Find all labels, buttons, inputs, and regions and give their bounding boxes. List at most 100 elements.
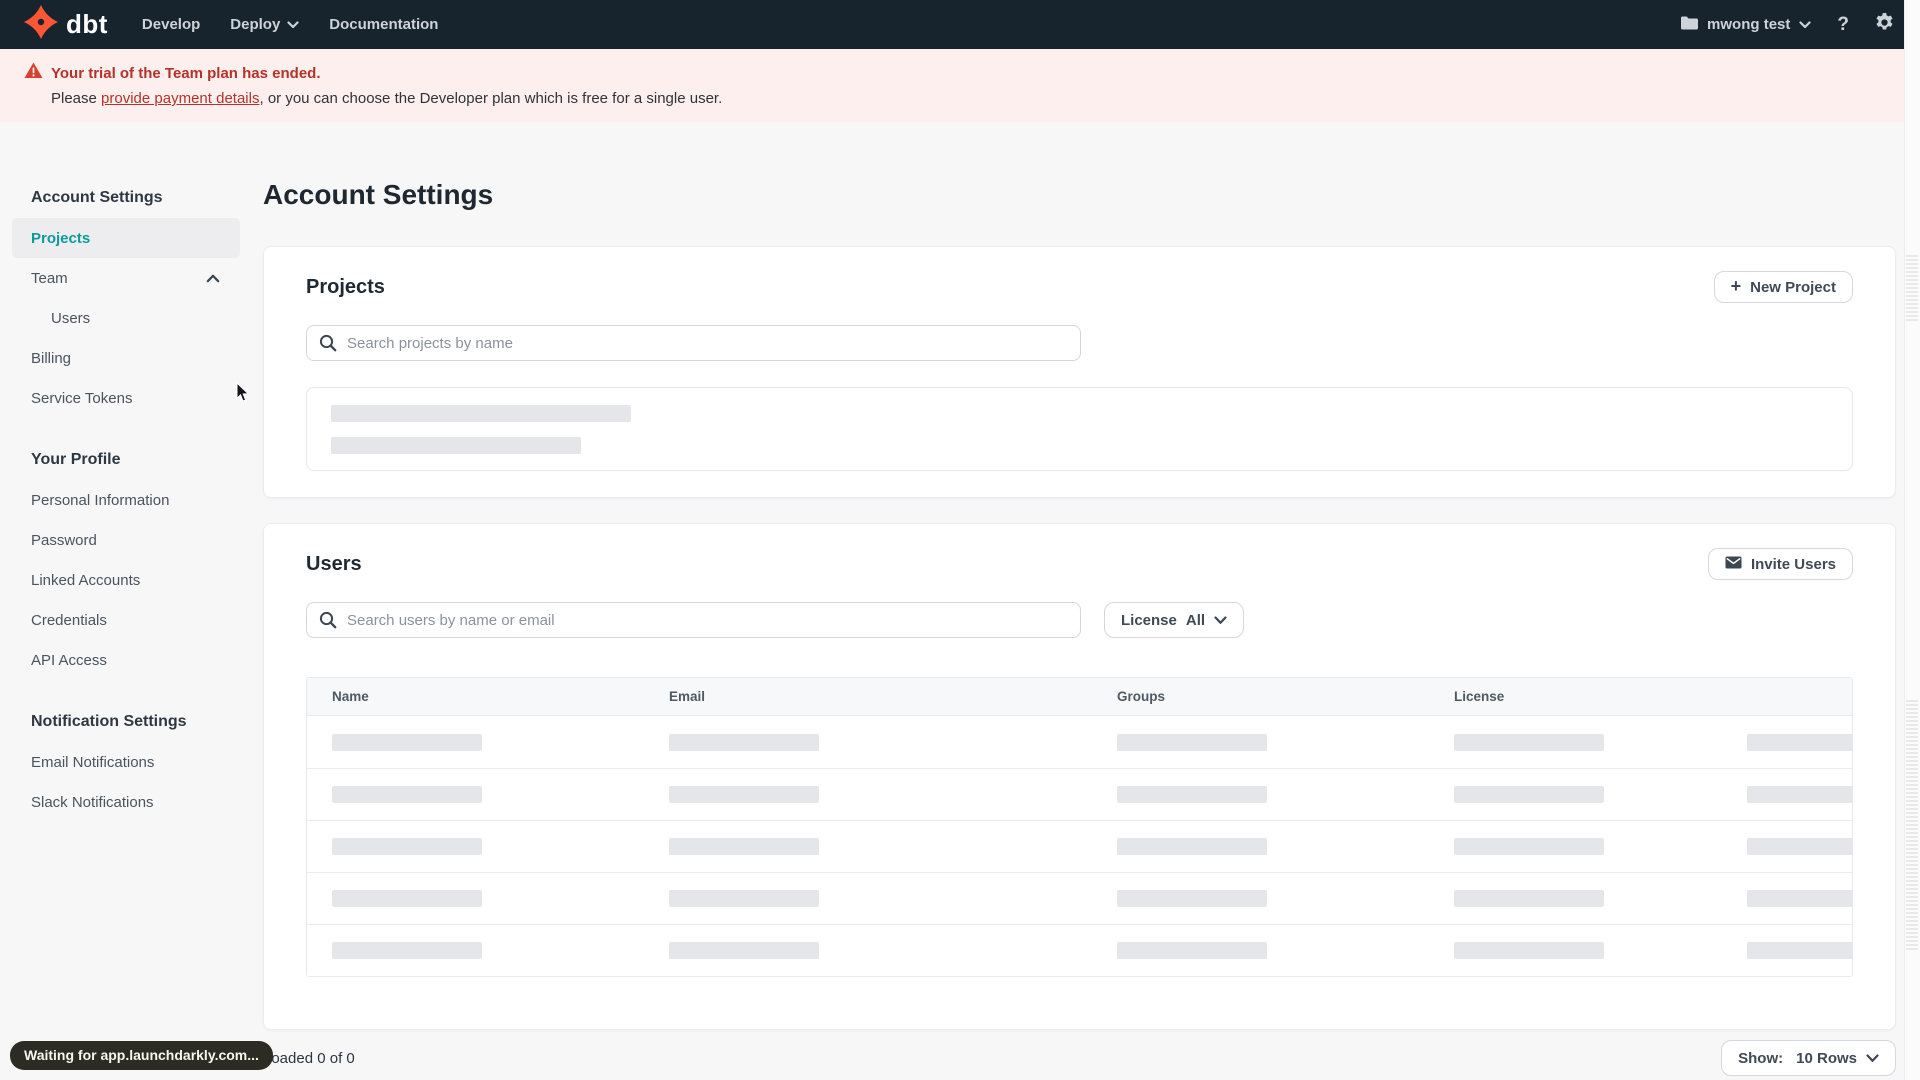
scrollbar-shimmer xyxy=(1906,700,1918,950)
sidebar-item-label: Email Notifications xyxy=(31,753,155,771)
page-scrollbar[interactable] xyxy=(1904,0,1920,1080)
table-row xyxy=(307,768,1852,820)
skeleton-bar xyxy=(1117,942,1267,959)
projects-card-title: Projects xyxy=(306,275,385,298)
projects-loading-placeholder xyxy=(306,387,1853,471)
sidebar-item-label: Slack Notifications xyxy=(31,793,154,811)
help-icon[interactable]: ? xyxy=(1837,15,1849,34)
sidebar-item-label: Team xyxy=(31,269,68,287)
skeleton-bar xyxy=(332,733,482,751)
dbt-logo-text: dbt xyxy=(66,9,108,39)
sidebar-item-label: Personal Information xyxy=(31,491,170,509)
main-content: Account Settings Projects + New Project xyxy=(263,178,1896,1076)
alert-triangle-icon xyxy=(24,62,43,84)
sidebar-item-password[interactable]: Password xyxy=(12,520,240,560)
column-header-name: Name xyxy=(332,689,369,704)
sidebar-item-service-tokens[interactable]: Service Tokens xyxy=(12,378,240,418)
main-menu: Develop Deploy Documentation xyxy=(142,16,439,33)
sidebar-item-api-access[interactable]: API Access xyxy=(12,640,240,680)
banner-body: Please provide payment details, or you c… xyxy=(51,90,723,107)
column-header-email: Email xyxy=(669,689,706,704)
skeleton-bar xyxy=(669,733,819,751)
projects-search-input[interactable] xyxy=(306,325,1081,361)
sidebar-item-email-notifications[interactable]: Email Notifications xyxy=(12,742,240,782)
skeleton-bar xyxy=(669,942,819,959)
skeleton-bar xyxy=(1454,838,1604,855)
chevron-down-icon xyxy=(1214,612,1227,629)
sidebar-item-label: Credentials xyxy=(31,611,107,629)
sidebar-item-linked-accounts[interactable]: Linked Accounts xyxy=(12,560,240,600)
sidebar-section-header-your-profile: Your Profile xyxy=(31,451,121,468)
nav-item-develop[interactable]: Develop xyxy=(142,16,200,33)
account-name: mwong test xyxy=(1707,16,1791,33)
table-row xyxy=(307,872,1852,924)
sidebar-item-label: Service Tokens xyxy=(31,389,133,407)
table-row xyxy=(307,716,1852,768)
table-row xyxy=(307,924,1852,976)
license-filter-dropdown[interactable]: License All xyxy=(1104,602,1245,638)
gear-icon[interactable] xyxy=(1875,13,1894,36)
folder-icon xyxy=(1681,16,1699,34)
skeleton-bar xyxy=(332,890,482,907)
loaded-count: Loaded 0 of 0 xyxy=(263,1049,355,1067)
skeleton-bar xyxy=(1747,838,1852,855)
dbt-logo[interactable]: dbt xyxy=(24,5,108,44)
account-switcher[interactable]: mwong test xyxy=(1681,16,1811,34)
skeleton-bar xyxy=(1117,838,1267,855)
sidebar-item-projects[interactable]: Projects xyxy=(12,218,240,258)
chevron-up-icon xyxy=(206,270,220,287)
sidebar-item-label: Projects xyxy=(31,229,91,247)
skeleton-bar xyxy=(332,942,482,959)
top-navbar: dbt Develop Deploy Documentation mwong t… xyxy=(0,0,1920,49)
skeleton-bar xyxy=(1454,890,1604,907)
column-header-groups: Groups xyxy=(1117,689,1166,704)
sidebar-item-team[interactable]: Team xyxy=(12,258,240,298)
skeleton-bar xyxy=(1747,890,1852,907)
sidebar-item-slack-notifications[interactable]: Slack Notifications xyxy=(12,782,240,822)
browser-status-toast: Waiting for app.launchdarkly.com... xyxy=(10,1041,273,1070)
sidebar-item-users[interactable]: Users xyxy=(12,298,240,338)
skeleton-bar xyxy=(669,890,819,907)
sidebar-item-label: Users xyxy=(51,309,91,327)
sidebar-item-label: Password xyxy=(31,531,97,549)
skeleton-bar xyxy=(1747,942,1852,959)
skeleton-bar xyxy=(331,405,631,422)
skeleton-bar xyxy=(1117,890,1267,907)
skeleton-bar xyxy=(1454,786,1604,803)
invite-users-button[interactable]: Invite Users xyxy=(1707,548,1853,580)
provide-payment-details-link[interactable]: provide payment details xyxy=(101,90,259,107)
rows-per-page-dropdown[interactable]: Show: 10 Rows xyxy=(1721,1040,1896,1076)
sidebar-item-label: Billing xyxy=(31,349,72,367)
page-title: Account Settings xyxy=(263,179,494,210)
users-search xyxy=(306,602,1081,638)
projects-card: Projects + New Project xyxy=(263,246,1896,498)
skeleton-bar xyxy=(669,786,819,803)
skeleton-bar xyxy=(1454,942,1604,959)
sidebar-item-personal-information[interactable]: Personal Information xyxy=(12,480,240,520)
nav-item-deploy[interactable]: Deploy xyxy=(230,16,299,33)
skeleton-bar xyxy=(1747,786,1852,803)
skeleton-bar xyxy=(1454,733,1604,751)
scrollbar-shimmer xyxy=(1906,255,1918,321)
users-search-input[interactable] xyxy=(306,602,1081,638)
skeleton-bar xyxy=(1117,786,1267,803)
sidebar-item-label: API Access xyxy=(31,651,107,669)
banner-title: Your trial of the Team plan has ended. xyxy=(51,64,321,82)
sidebar-item-billing[interactable]: Billing xyxy=(12,338,240,378)
nav-item-documentation[interactable]: Documentation xyxy=(329,16,438,33)
plus-icon: + xyxy=(1730,276,1742,296)
trial-ended-banner: Your trial of the Team plan has ended. P… xyxy=(0,49,1920,122)
skeleton-bar xyxy=(669,838,819,855)
projects-search xyxy=(306,325,1081,361)
skeleton-bar xyxy=(332,786,482,803)
users-table-header: Name Email Groups License xyxy=(307,678,1852,716)
skeleton-bar xyxy=(1117,733,1267,751)
sidebar-item-label: Linked Accounts xyxy=(31,571,141,589)
search-icon xyxy=(319,334,337,357)
new-project-button[interactable]: + New Project xyxy=(1713,271,1853,303)
chevron-down-icon xyxy=(287,16,299,33)
skeleton-bar xyxy=(331,437,581,454)
users-card: Users Invite Users License All xyxy=(263,523,1896,1030)
table-row xyxy=(307,820,1852,872)
sidebar-item-credentials[interactable]: Credentials xyxy=(12,600,240,640)
